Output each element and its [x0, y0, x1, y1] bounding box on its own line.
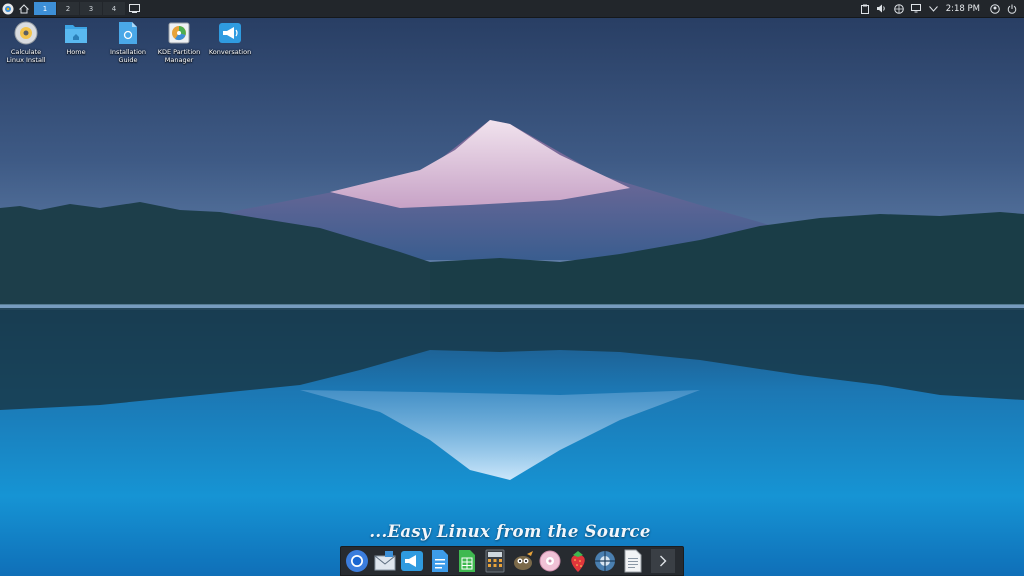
home-icon[interactable]: [16, 0, 32, 17]
volume-icon[interactable]: [874, 0, 891, 17]
show-desktop-icon[interactable]: [126, 0, 142, 17]
power-icon[interactable]: [1003, 0, 1020, 17]
desktop-icon-installation-guide[interactable]: Installation Guide: [103, 20, 153, 64]
text-editor-icon[interactable]: [620, 548, 646, 574]
clock[interactable]: 2:18 PM: [946, 4, 980, 14]
desktop-2-button[interactable]: 2: [57, 2, 79, 15]
calculator-icon[interactable]: [482, 548, 508, 574]
disc-install-icon: [13, 20, 39, 46]
top-panel: 1 2 3 4 2:18 PM: [0, 0, 1024, 18]
folder-home-icon: [63, 20, 89, 46]
desktop-4-button[interactable]: 4: [103, 2, 125, 15]
document-icon[interactable]: [427, 548, 453, 574]
desktop-icon-calculate-linux-install[interactable]: Calculate Linux Install: [1, 20, 51, 64]
desktop-wallpaper: [0, 0, 1024, 576]
chromium-icon[interactable]: [344, 548, 370, 574]
display-icon[interactable]: [908, 0, 925, 17]
wallpaper-slogan: ...Easy Linux from the Source: [369, 522, 651, 541]
desktop-icon-label: KDE Partition Manager: [157, 48, 201, 64]
virtual-desktop-pager: 1 2 3 4: [34, 2, 126, 15]
desktop-3-button[interactable]: 3: [80, 2, 102, 15]
desktop-icon-kde-partition-manager[interactable]: KDE Partition Manager: [154, 20, 204, 64]
desktop-icon-home[interactable]: Home: [51, 20, 101, 56]
konversation-icon: [217, 20, 243, 46]
desktop-icon-label: Installation Guide: [109, 48, 146, 64]
spreadsheet-icon[interactable]: [454, 548, 480, 574]
partition-manager-icon: [166, 20, 192, 46]
strawberry-icon[interactable]: [565, 548, 591, 574]
chevron-down-icon[interactable]: [925, 0, 942, 17]
chevron-right-icon[interactable]: [650, 549, 675, 573]
desktop-1-button[interactable]: 1: [34, 2, 56, 15]
desktop-icon-label: Konversation: [208, 48, 252, 56]
mail-icon[interactable]: [372, 548, 398, 574]
desktop-icon-konversation[interactable]: Konversation: [205, 20, 255, 56]
calculate-logo-icon[interactable]: [0, 0, 16, 17]
network-icon[interactable]: [891, 0, 908, 17]
document-guide-icon: [115, 20, 141, 46]
network-tool-icon[interactable]: [592, 548, 618, 574]
desktop-icon-label: Calculate Linux Install: [6, 48, 46, 64]
disc-burner-icon[interactable]: [537, 548, 563, 574]
clipboard-icon[interactable]: [857, 0, 874, 17]
application-dock: [340, 546, 684, 576]
desktop-icon-label: Home: [66, 48, 86, 56]
user-icon[interactable]: [986, 0, 1003, 17]
konversation-icon[interactable]: [399, 548, 425, 574]
gimp-icon[interactable]: [510, 548, 536, 574]
